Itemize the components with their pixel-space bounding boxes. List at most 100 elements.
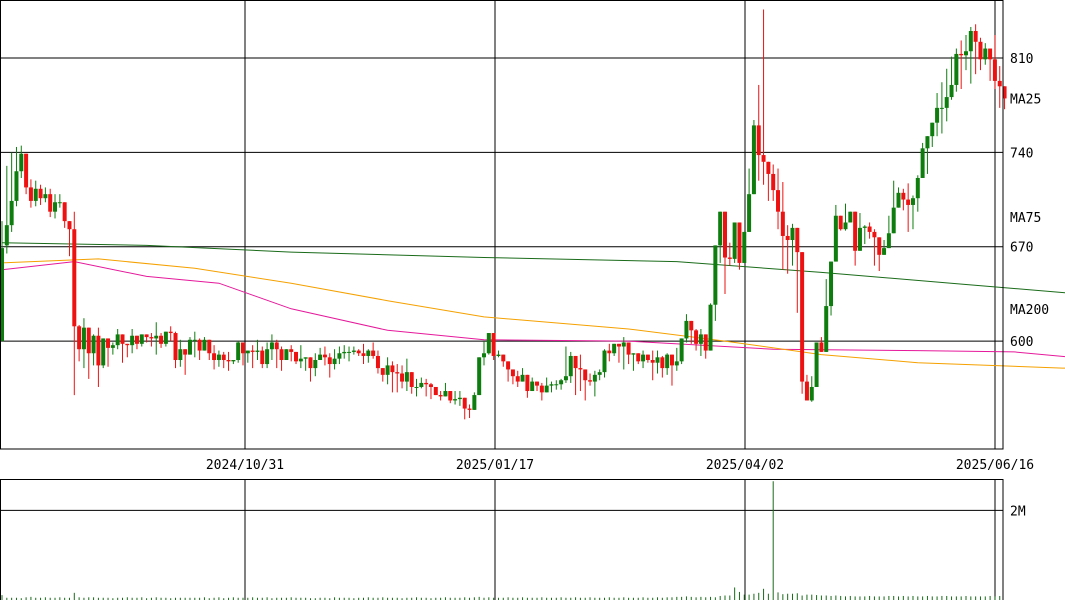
candle-body (43, 194, 48, 199)
candle-body (616, 343, 621, 347)
candle-body (375, 355, 380, 369)
candle-body (28, 187, 33, 201)
candle-body (284, 349, 289, 361)
candle-body (86, 327, 91, 354)
candle-body (9, 200, 14, 226)
candle-body (853, 211, 858, 251)
candle-body (115, 334, 120, 346)
candle-body (506, 361, 511, 370)
candle-body (848, 211, 853, 223)
candle-body (260, 350, 265, 365)
candle-body (872, 231, 877, 238)
candle-body (144, 334, 149, 338)
candle-body (954, 53, 959, 85)
candle-body (322, 354, 327, 358)
candle-body (101, 338, 106, 366)
candle-body (563, 376, 568, 381)
candle-body (935, 107, 940, 123)
candle-body (766, 161, 771, 174)
candle-body (134, 335, 139, 344)
candle-body (120, 334, 125, 344)
candle-body (356, 350, 361, 354)
candle-body (602, 350, 607, 373)
candle-body (809, 386, 814, 401)
candle-body (886, 233, 891, 249)
candle-body (669, 354, 674, 366)
candle-body (780, 211, 785, 236)
candle-body (395, 372, 400, 374)
candle-body (24, 153, 29, 188)
candle-body (539, 385, 544, 393)
candle-body (665, 354, 670, 369)
candle-body (992, 59, 997, 81)
candle-body (81, 327, 86, 350)
candle-body (428, 384, 433, 387)
candle-body (920, 148, 925, 178)
candle-body (443, 391, 448, 397)
candle-body (959, 53, 964, 56)
candle-body (19, 153, 24, 172)
candle-body (236, 342, 241, 361)
candle-body (308, 357, 313, 369)
candle-body (944, 97, 949, 108)
candle-body (477, 357, 482, 396)
candle-body (33, 188, 38, 201)
candle-body (636, 353, 641, 362)
candle-body (771, 173, 776, 191)
candle-body (294, 351, 299, 362)
candle-body (298, 358, 303, 362)
candle-body (520, 374, 525, 382)
candle-body (457, 397, 462, 400)
candle-body (949, 84, 954, 98)
candle-body (96, 335, 101, 366)
price-tick-label: 810 (1010, 52, 1033, 67)
candle-body (718, 211, 723, 246)
candle-body (838, 215, 843, 230)
candle-body (819, 342, 824, 352)
candle-body (168, 331, 173, 334)
candle-body (501, 354, 506, 362)
candle-body (53, 202, 58, 212)
candle-body (915, 177, 920, 199)
candle-body (645, 354, 650, 361)
candle-body (785, 235, 790, 241)
volume-panel: 2M (0, 481, 1026, 600)
candle-body (178, 349, 183, 361)
ma200-label: MA200 (1010, 303, 1049, 318)
volume-tick-label: 2M (1010, 504, 1026, 519)
candle-body (684, 320, 689, 339)
candle-body (906, 199, 911, 205)
candle-body (337, 353, 342, 359)
candle-body (332, 358, 337, 365)
candle-body (968, 31, 973, 52)
candle-body (414, 386, 419, 388)
candle-body (597, 372, 602, 375)
candle-body (4, 225, 9, 246)
candle-body (265, 349, 270, 365)
candle-body (559, 380, 564, 385)
candle-body (761, 155, 766, 162)
candle-body (366, 350, 371, 356)
candle-body (674, 361, 679, 366)
candle-body (592, 374, 597, 382)
candle-body (626, 342, 631, 355)
candle-body (72, 229, 77, 327)
candle-body (737, 222, 742, 263)
candle-body (207, 339, 212, 354)
date-tick-label: 2025/06/16 (956, 458, 1034, 473)
candle-body (530, 381, 535, 392)
candle-body (327, 357, 332, 365)
candle-body (289, 349, 294, 352)
candle-body (843, 222, 848, 230)
candle-body (525, 374, 530, 392)
candle-body (154, 335, 159, 339)
candle-body (862, 226, 867, 228)
candle-body (583, 369, 588, 381)
candle-body (568, 355, 573, 377)
candle-body (650, 360, 655, 363)
candle-body (742, 231, 747, 263)
candle-body (448, 391, 453, 401)
candle-body (723, 211, 727, 258)
candle-body (554, 384, 559, 386)
candle-body (660, 357, 665, 369)
